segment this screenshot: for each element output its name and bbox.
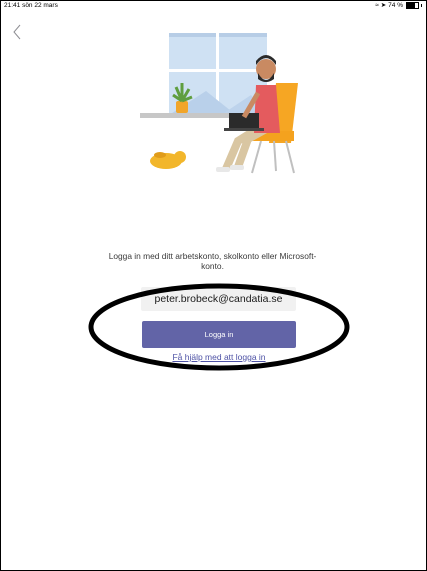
location-icon: ➤ [380, 1, 387, 9]
login-button[interactable]: Logga in [142, 321, 296, 348]
email-field[interactable] [141, 287, 296, 311]
app-window: 21:41 sön 22 mars ≈ ➤ 74 % Logga in med … [0, 0, 427, 571]
battery-percent: 74 % [388, 2, 403, 9]
battery-icon [406, 2, 419, 9]
wifi-icon: ≈ [375, 1, 379, 9]
battery-fill [407, 3, 416, 8]
status-indicators: ≈ ➤ 74 % [375, 2, 422, 9]
help-login-link[interactable]: Få hjälp med att logga in [149, 352, 289, 362]
chevron-left-icon [13, 24, 21, 40]
status-time-date: 21:41 sön 22 mars [4, 2, 58, 9]
battery-cap [421, 4, 422, 7]
back-button[interactable] [9, 19, 27, 45]
status-bar: 21:41 sön 22 mars ≈ ➤ 74 % [1, 1, 426, 10]
person-with-laptop-illustration [126, 21, 306, 191]
login-prompt: Logga in med ditt arbetskonto, skolkonto… [108, 251, 317, 271]
